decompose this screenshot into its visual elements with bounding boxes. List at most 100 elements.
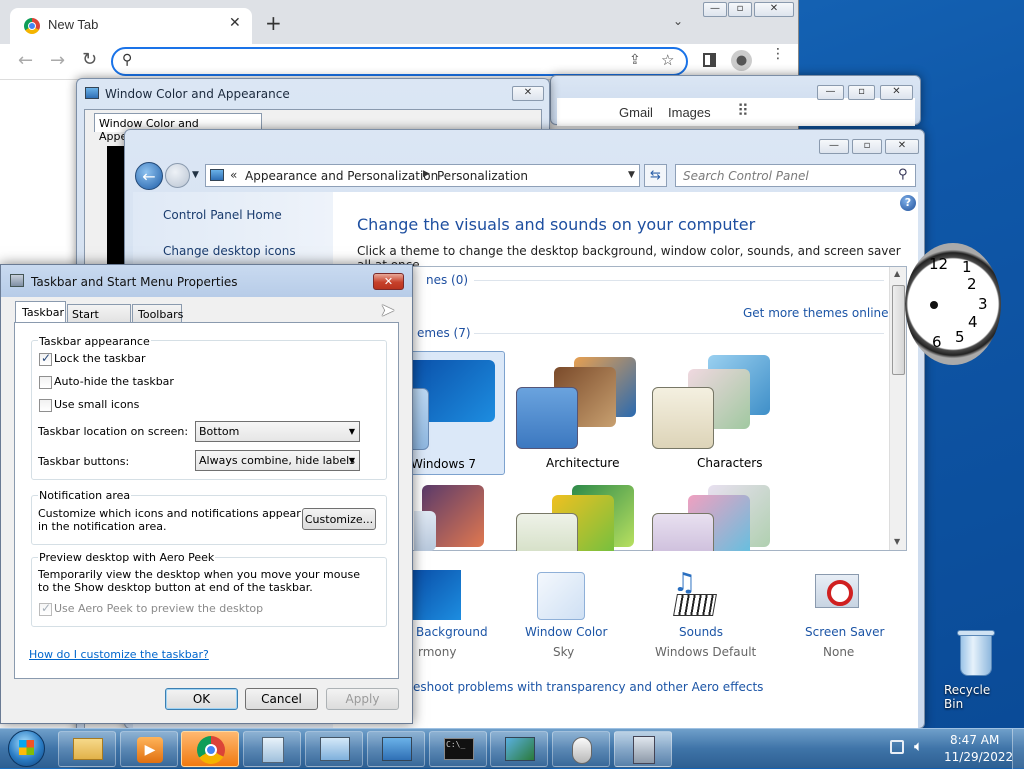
taskbar-personalization-icon[interactable] <box>490 731 548 767</box>
recent-pages-icon[interactable]: ▼ <box>192 170 199 180</box>
auto-hide-checkbox[interactable] <box>39 376 52 389</box>
breadcrumb-appearance[interactable]: Appearance and Personalization <box>245 169 438 183</box>
theme-architecture[interactable]: Architecture <box>514 351 636 475</box>
forward-arrow-icon[interactable] <box>165 163 190 188</box>
clock-time[interactable]: 8:47 AM <box>950 733 999 747</box>
volume-icon[interactable]: 🔈︎ <box>914 737 923 755</box>
cancel-button[interactable]: Cancel <box>245 688 318 710</box>
close-button[interactable]: ✕ <box>373 273 404 290</box>
maximize-button[interactable]: ▫ <box>852 139 882 154</box>
theme-windows-7[interactable]: Windows 7 <box>399 351 505 475</box>
theme-list[interactable]: nes (0) Get more themes online emes (7) … <box>333 266 907 551</box>
close-button[interactable]: ✕ <box>880 85 913 100</box>
theme-row2-1[interactable] <box>414 485 504 551</box>
close-button[interactable]: ✕ <box>754 2 794 17</box>
bookmark-star-icon[interactable]: ☆ <box>661 51 674 69</box>
close-button[interactable]: ✕ <box>512 86 544 101</box>
refresh-icon[interactable]: ⇆ <box>644 164 667 187</box>
nav-change-desktop-icons[interactable]: Change desktop icons <box>163 244 296 258</box>
show-desktop-button[interactable] <box>1012 729 1024 769</box>
taskbar-cmd-icon[interactable]: C:\_ <box>429 731 487 767</box>
small-icons-checkbox[interactable] <box>39 399 52 412</box>
network-icon[interactable] <box>890 740 904 754</box>
chevron-down-icon: ▼ <box>348 427 355 436</box>
ok-button[interactable]: OK <box>165 688 238 710</box>
close-tab-icon[interactable]: ✕ <box>229 15 241 31</box>
window-color-label[interactable]: Window Color <box>525 625 607 639</box>
share-icon[interactable]: ⇪ <box>629 52 641 68</box>
maximize-button[interactable]: ▫ <box>728 2 752 17</box>
clock-4: 4 <box>968 313 978 331</box>
taskbar-notepad-icon[interactable] <box>243 731 301 767</box>
background-label[interactable]: Background <box>416 625 488 639</box>
minimize-button[interactable]: — <box>817 85 844 100</box>
menu-icon[interactable]: ⋮ <box>771 47 785 61</box>
clock-gadget[interactable]: 12 1 2 3 4 5 6 <box>905 243 1001 365</box>
theme-label-architecture: Architecture <box>546 456 620 470</box>
sounds-label[interactable]: Sounds <box>679 625 723 639</box>
sounds-item[interactable]: ♫ Sounds Windows Default <box>649 568 769 670</box>
window-color-item[interactable]: Window Color Sky <box>513 570 633 670</box>
theme-row2-3[interactable] <box>650 485 780 551</box>
address-breadcrumb[interactable]: « Appearance and Personalization ▶ Perso… <box>205 164 640 187</box>
minimize-button[interactable]: — <box>703 2 727 17</box>
nav-control-panel-home[interactable]: Control Panel Home <box>163 208 282 222</box>
tab-toolbars[interactable]: Toolbars <box>132 304 183 323</box>
maximize-button[interactable]: ▫ <box>848 85 875 100</box>
theme-list-scrollbar[interactable]: ▲ ▼ <box>889 267 906 550</box>
help-link[interactable]: How do I customize the taskbar? <box>29 648 209 661</box>
taskbar-explorer-icon[interactable] <box>58 731 116 767</box>
recycle-bin-icon[interactable]: Recycle Bin <box>940 628 1010 711</box>
tab-start-menu[interactable]: Start Menu <box>67 304 131 334</box>
checkmark-icon: ✓ <box>41 351 52 365</box>
clock-6: 6 <box>932 333 942 351</box>
theme-characters[interactable]: Characters <box>650 351 780 475</box>
taskbar-mouse-icon[interactable] <box>552 731 610 767</box>
clock-1: 1 <box>962 258 972 276</box>
aero-themes-header: emes (7) <box>417 326 471 340</box>
screen-saver-label[interactable]: Screen Saver <box>805 625 884 639</box>
back-icon[interactable]: ← <box>18 50 33 71</box>
screen-saver-item[interactable]: Screen Saver None <box>789 570 909 670</box>
chevron-down-icon: ▼ <box>348 456 355 465</box>
reload-icon[interactable]: ↻ <box>82 49 97 70</box>
minimize-button[interactable]: — <box>819 139 849 154</box>
theme-row2-2[interactable] <box>514 485 634 551</box>
search-control-panel-input[interactable]: Search Control Panel ⚲ <box>675 164 916 187</box>
troubleshoot-link[interactable]: eshoot problems with transparency and ot… <box>413 680 763 694</box>
taskbar-media-player-icon[interactable]: ▶ <box>120 731 178 767</box>
breadcrumb-personalization[interactable]: Personalization <box>437 169 528 183</box>
taskbar-control-panel-icon[interactable] <box>305 731 363 767</box>
dialog-title: Taskbar and Start Menu Properties <box>31 275 238 289</box>
taskbar-display-icon[interactable] <box>367 731 425 767</box>
search-icon[interactable]: ⚲ <box>898 167 908 182</box>
customize-button[interactable]: Customize... <box>302 508 376 530</box>
tab-taskbar[interactable]: Taskbar <box>15 301 66 323</box>
gmail-link[interactable]: Gmail <box>619 105 653 120</box>
get-more-themes-link[interactable]: Get more themes online <box>743 306 889 320</box>
tab-search-icon[interactable]: ⌄ <box>673 14 683 28</box>
help-icon[interactable]: ? <box>900 195 916 211</box>
aero-peek-checkbox[interactable]: ✓ <box>39 601 52 616</box>
lock-taskbar-checkbox[interactable]: ✓ <box>39 351 52 366</box>
tab-new-tab[interactable]: New Tab ✕ <box>10 8 252 44</box>
apps-grid-icon[interactable]: ⠿ <box>737 101 749 120</box>
images-link[interactable]: Images <box>668 105 711 120</box>
taskbar-buttons-select[interactable]: Always combine, hide labels ▼ <box>195 450 360 471</box>
apply-button[interactable]: Apply <box>326 688 399 710</box>
new-tab-icon[interactable]: + <box>265 13 282 33</box>
side-panel-icon[interactable] <box>703 53 716 67</box>
notification-text: Customize which icons and notifications … <box>38 507 301 533</box>
back-arrow-icon[interactable]: ← <box>135 162 163 190</box>
profile-avatar-icon[interactable]: ● <box>731 50 752 71</box>
window-color-sub: Sky <box>553 645 575 659</box>
screen-saver-sub: None <box>823 645 855 659</box>
taskbar-taskbar-properties-icon[interactable] <box>614 731 672 767</box>
forward-icon[interactable]: → <box>50 50 65 71</box>
close-button[interactable]: ✕ <box>885 139 919 154</box>
address-bar[interactable]: ⚲ ⇪ ☆ <box>111 47 688 76</box>
clock-date[interactable]: 11/29/2022 <box>944 750 1013 764</box>
address-dropdown-icon[interactable]: ▼ <box>628 170 635 180</box>
taskbar-location-select[interactable]: Bottom ▼ <box>195 421 360 442</box>
taskbar-chrome-icon[interactable] <box>181 731 239 767</box>
